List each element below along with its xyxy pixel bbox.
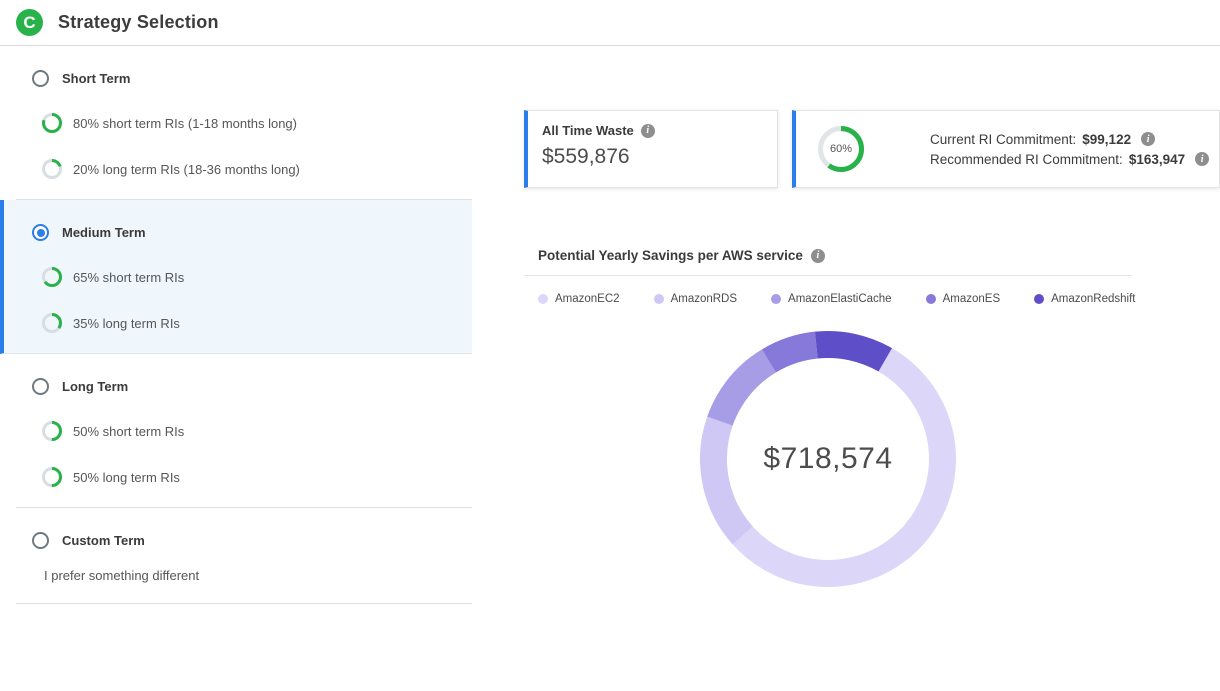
- allocation-label: 50% short term RIs: [73, 424, 184, 439]
- allocation-row: 65% short term RIs: [4, 267, 456, 287]
- allocation-ring-icon: [42, 113, 62, 133]
- legend-dot-icon: [1034, 294, 1044, 304]
- recommended-commitment-amount: $163,947: [1129, 152, 1185, 167]
- legend-label: AmazonRedshift: [1051, 293, 1135, 305]
- option-label-custom-term: Custom Term: [62, 533, 145, 548]
- allocation-ring-icon: [42, 267, 62, 287]
- allocation-row: 50% short term RIs: [0, 421, 456, 441]
- ri-commitment-card: 60% Current RI Commitment: $99,122 i Rec…: [792, 110, 1220, 188]
- commitment-gauge: 60%: [818, 126, 864, 172]
- info-icon-recommended-commitment[interactable]: i: [1195, 152, 1209, 166]
- radio-custom-term[interactable]: [32, 532, 49, 549]
- legend-dot-icon: [771, 294, 781, 304]
- legend-dot-icon: [654, 294, 664, 304]
- radio-short-term[interactable]: [32, 70, 49, 87]
- legend-item[interactable]: AmazonES: [926, 293, 1001, 305]
- chart-title: Potential Yearly Savings per AWS service: [538, 248, 803, 263]
- chart-legend: AmazonEC2 AmazonRDS AmazonElastiCache Amazo…: [524, 276, 1132, 305]
- donut-total-label: $718,574: [700, 331, 956, 587]
- legend-label: AmazonES: [943, 293, 1001, 305]
- allocation-label: 50% long term RIs: [73, 470, 180, 485]
- gauge-percent-label: 60%: [818, 126, 864, 172]
- strategy-panel: Short Term 80% short term RIs (1-18 mont…: [0, 46, 472, 604]
- strategy-option-medium-term[interactable]: Medium Term 65% short term RIs 35% long …: [0, 200, 472, 354]
- all-time-waste-card: All Time Waste i $559,876: [524, 110, 778, 188]
- legend-label: AmazonEC2: [555, 293, 620, 305]
- info-icon-all-time-waste[interactable]: i: [641, 124, 655, 138]
- strategy-option-short-term[interactable]: Short Term 80% short term RIs (1-18 mont…: [0, 46, 472, 199]
- strategy-option-long-term[interactable]: Long Term 50% short term RIs 50% long te…: [0, 354, 472, 507]
- savings-chart-panel: Potential Yearly Savings per AWS service…: [524, 248, 1132, 587]
- allocation-row: 35% long term RIs: [4, 313, 456, 333]
- app-logo-icon: C: [16, 9, 43, 36]
- allocation-row: 20% long term RIs (18-36 months long): [0, 159, 456, 179]
- allocation-ring-icon: [42, 467, 62, 487]
- main-content: All Time Waste i $559,876 60% Current RI…: [472, 46, 1220, 587]
- app-header: C Strategy Selection: [0, 0, 1220, 46]
- info-icon-chart[interactable]: i: [811, 249, 825, 263]
- current-commitment-amount: $99,122: [1082, 132, 1131, 147]
- info-icon-current-commitment[interactable]: i: [1141, 132, 1155, 146]
- page-title: Strategy Selection: [58, 12, 219, 33]
- legend-dot-icon: [926, 294, 936, 304]
- custom-term-note: I prefer something different: [0, 568, 456, 583]
- all-time-waste-title: All Time Waste: [542, 123, 634, 138]
- allocation-label: 65% short term RIs: [73, 270, 184, 285]
- legend-item[interactable]: AmazonRedshift: [1034, 293, 1135, 305]
- legend-label: AmazonElastiCache: [788, 293, 892, 305]
- allocation-ring-icon: [42, 159, 62, 179]
- legend-item[interactable]: AmazonEC2: [538, 293, 620, 305]
- option-label-long-term: Long Term: [62, 379, 128, 394]
- allocation-label: 20% long term RIs (18-36 months long): [73, 162, 300, 177]
- legend-item[interactable]: AmazonElastiCache: [771, 293, 892, 305]
- recommended-commitment-row: Recommended RI Commitment: $163,947 i: [930, 152, 1199, 167]
- radio-long-term[interactable]: [32, 378, 49, 395]
- current-commitment-label: Current RI Commitment:: [930, 132, 1076, 147]
- allocation-label: 35% long term RIs: [73, 316, 180, 331]
- allocation-row: 80% short term RIs (1-18 months long): [0, 113, 456, 133]
- allocation-label: 80% short term RIs (1-18 months long): [73, 116, 297, 131]
- allocation-row: 50% long term RIs: [0, 467, 456, 487]
- legend-dot-icon: [538, 294, 548, 304]
- strategy-option-custom-term[interactable]: Custom Term I prefer something different: [0, 508, 472, 603]
- option-label-short-term: Short Term: [62, 71, 130, 86]
- legend-item[interactable]: AmazonRDS: [654, 293, 737, 305]
- recommended-commitment-label: Recommended RI Commitment:: [930, 152, 1123, 167]
- legend-label: AmazonRDS: [671, 293, 737, 305]
- allocation-ring-icon: [42, 313, 62, 333]
- all-time-waste-amount: $559,876: [542, 145, 763, 169]
- current-commitment-row: Current RI Commitment: $99,122 i: [930, 132, 1199, 147]
- radio-medium-term[interactable]: [32, 224, 49, 241]
- divider: [16, 603, 472, 604]
- option-label-medium-term: Medium Term: [62, 225, 146, 240]
- savings-donut-chart[interactable]: $718,574: [700, 331, 956, 587]
- allocation-ring-icon: [42, 421, 62, 441]
